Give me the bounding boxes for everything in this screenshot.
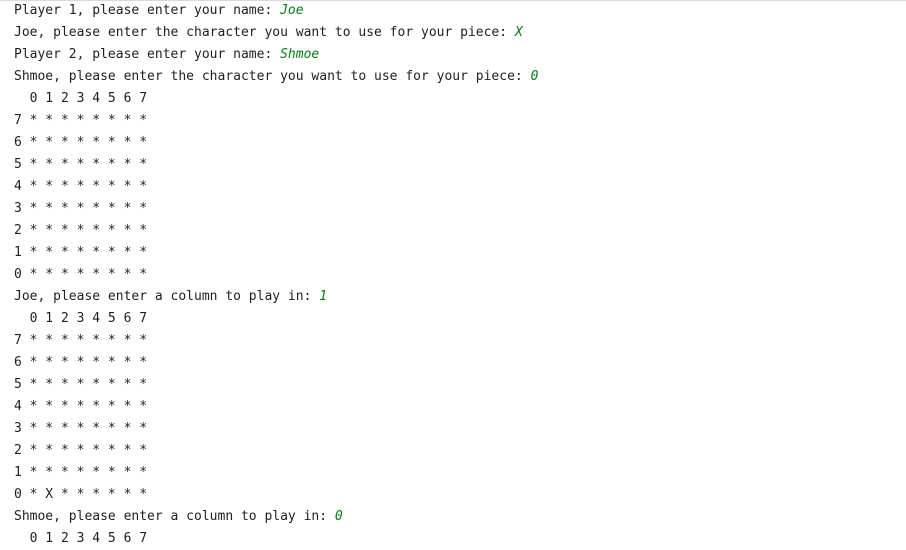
- board-text: 7 * * * * * * * *: [14, 113, 148, 128]
- board-text: 4 * * * * * * * *: [14, 399, 148, 414]
- board-text: 6 * * * * * * * *: [14, 355, 148, 370]
- board-text: 1 * * * * * * * *: [14, 245, 148, 260]
- console-line: Player 1, please enter your name: Joe: [14, 0, 906, 22]
- board-row: 2 * * * * * * * *: [14, 220, 906, 242]
- board-row: 4 * * * * * * * *: [14, 396, 906, 418]
- prompt-text: Player 1, please enter your name:: [14, 3, 281, 18]
- board-text: 0 * X * * * * * *: [14, 487, 148, 502]
- prompt-text: Shmoe, please enter the character you wa…: [14, 69, 531, 84]
- board-row: 0 * X * * * * * *: [14, 484, 906, 506]
- user-input: Joe: [280, 3, 304, 18]
- board-row: 5 * * * * * * * *: [14, 154, 906, 176]
- board-row: 6 * * * * * * * *: [14, 132, 906, 154]
- board-text: 1 * * * * * * * *: [14, 465, 148, 480]
- console-line: Joe, please enter a column to play in: 1: [14, 286, 906, 308]
- board-row: 3 * * * * * * * *: [14, 418, 906, 440]
- board-header: 0 1 2 3 4 5 6 7: [14, 308, 906, 330]
- board-row: 1 * * * * * * * *: [14, 462, 906, 484]
- board-row: 3 * * * * * * * *: [14, 198, 906, 220]
- board-row: 6 * * * * * * * *: [14, 352, 906, 374]
- board-header: 0 1 2 3 4 5 6 7: [14, 528, 906, 550]
- console-line: Shmoe, please enter a column to play in:…: [14, 506, 906, 528]
- board-row: 4 * * * * * * * *: [14, 176, 906, 198]
- board-text: 3 * * * * * * * *: [14, 421, 148, 436]
- board-text: 5 * * * * * * * *: [14, 377, 148, 392]
- user-input: X: [514, 25, 523, 40]
- board-row: 7 * * * * * * * *: [14, 330, 906, 352]
- board-row: 7 * * * * * * * *: [14, 110, 906, 132]
- console-line: Player 2, please enter your name: Shmoe: [14, 44, 906, 66]
- board-text: 0 1 2 3 4 5 6 7: [14, 311, 148, 326]
- board-text: 0 1 2 3 4 5 6 7: [14, 531, 148, 546]
- board-row: 5 * * * * * * * *: [14, 374, 906, 396]
- user-input: 0: [334, 509, 343, 524]
- board-text: 2 * * * * * * * *: [14, 443, 148, 458]
- board-row: 0 * * * * * * * *: [14, 264, 906, 286]
- user-input: Shmoe: [280, 47, 320, 62]
- user-input: 1: [319, 289, 328, 304]
- board-text: 0 * * * * * * * *: [14, 267, 148, 282]
- board-text: 5 * * * * * * * *: [14, 157, 148, 172]
- board-text: 3 * * * * * * * *: [14, 201, 148, 216]
- console-line: Shmoe, please enter the character you wa…: [14, 66, 906, 88]
- board-text: 4 * * * * * * * *: [14, 179, 148, 194]
- board-text: 0 1 2 3 4 5 6 7: [14, 91, 148, 106]
- prompt-text: Joe, please enter the character you want…: [14, 25, 515, 40]
- prompt-text: Player 2, please enter your name:: [14, 47, 281, 62]
- board-text: 7 * * * * * * * *: [14, 333, 148, 348]
- board-text: 2 * * * * * * * *: [14, 223, 148, 238]
- user-input: 0: [530, 69, 539, 84]
- console-output[interactable]: Player 1, please enter your name: Joe Jo…: [14, 0, 906, 550]
- console-line: Joe, please enter the character you want…: [14, 22, 906, 44]
- prompt-text: Joe, please enter a column to play in:: [14, 289, 320, 304]
- board-text: 6 * * * * * * * *: [14, 135, 148, 150]
- board-header: 0 1 2 3 4 5 6 7: [14, 88, 906, 110]
- board-row: 1 * * * * * * * *: [14, 242, 906, 264]
- prompt-text: Shmoe, please enter a column to play in:: [14, 509, 335, 524]
- board-row: 2 * * * * * * * *: [14, 440, 906, 462]
